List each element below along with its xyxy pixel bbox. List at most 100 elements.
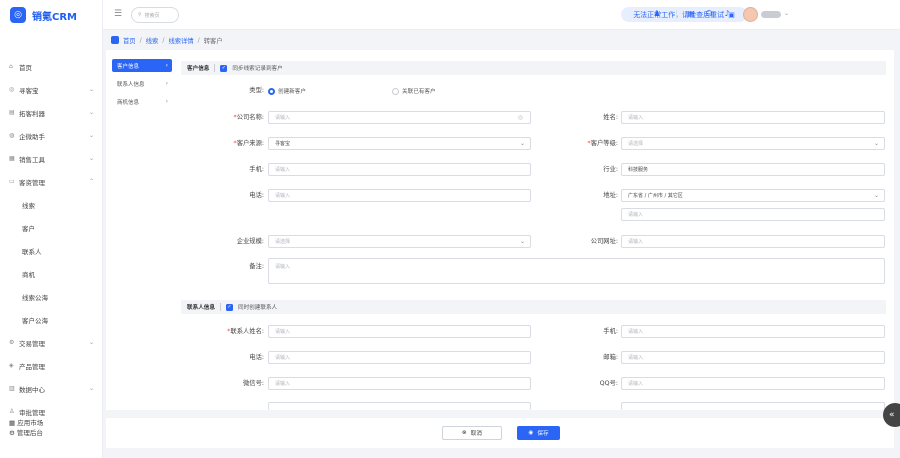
sidebar-item-customers[interactable]: 客户 <box>0 216 103 239</box>
chevron-down-icon: ⌄ <box>88 86 94 93</box>
cancel-button[interactable]: ⊗ 取消 <box>442 426 502 440</box>
customer-icon: ▭ <box>9 178 15 185</box>
create-contact-checkbox[interactable]: ✓ <box>225 303 233 311</box>
radio-create-new[interactable]: 创建新客户 <box>268 87 306 95</box>
breadcrumb-lead-detail[interactable]: 线索详情 <box>168 36 193 45</box>
sidebar-item-products[interactable]: ◈ 产品管理 <box>0 354 103 377</box>
contact-name-input[interactable]: 请输入 <box>268 325 531 338</box>
name-input[interactable]: 请输入 <box>621 111 885 124</box>
chevron-down-icon: ⌄ <box>88 109 94 116</box>
remark-label: 备注: <box>249 263 264 270</box>
breadcrumb-leads[interactable]: 线索 <box>146 36 159 45</box>
topbar: ☰ ⚲ 搜索页 无法正常工作，请检查后重试 ▣ ♟ ▤ ☊ ♪ ⌄ <box>103 0 900 30</box>
tel-input[interactable]: 请输入 <box>268 189 531 202</box>
contact-tel-label: 电话: <box>249 354 264 361</box>
grid-icon: ▦ <box>9 155 15 162</box>
app-market-link[interactable]: ▦ 应用市场 <box>9 418 43 428</box>
section-nav: 客户信息 › 联系人信息 › 商机信息 › <box>112 59 172 113</box>
address-detail-input[interactable]: 请输入 <box>621 208 885 221</box>
document-icon[interactable]: ▤ <box>686 9 696 19</box>
sidebar-item-qiwei[interactable]: ◍ 企微助手 ⌄ <box>0 124 103 147</box>
section-nav-opportunity[interactable]: 商机信息 › <box>112 95 172 108</box>
contact-tel-input[interactable]: 请输入 <box>268 351 531 364</box>
radio-link-existing[interactable]: 关联已有客户 <box>392 87 436 95</box>
chevron-down-icon: ⌄ <box>519 238 525 245</box>
save-button[interactable]: ◉ 保存 <box>517 426 560 440</box>
scale-label: 企业规模: <box>236 238 264 245</box>
chevron-down-icon: ⌄ <box>88 155 94 162</box>
form-footer: ⊗ 取消 ◉ 保存 <box>106 418 894 448</box>
double-chevron-left-icon: « <box>889 410 895 420</box>
sidebar-item-lead-pool[interactable]: 线索公海 <box>0 285 103 308</box>
contact-mobile-input[interactable]: 请输入 <box>621 325 885 338</box>
sidebar-item-customer-pool[interactable]: 客户公海 <box>0 308 103 331</box>
type-label: 类型: <box>249 87 264 94</box>
breadcrumb-icon <box>111 36 119 44</box>
website-label: 公司网址: <box>590 238 618 245</box>
phone-label: 手机: <box>249 166 264 173</box>
section-nav-contact[interactable]: 联系人信息 › <box>112 77 172 90</box>
sidebar-item-deals[interactable]: ⚙ 交易管理 ⌄ <box>0 331 103 354</box>
breadcrumb-home[interactable]: 首页 <box>123 36 136 45</box>
sidebar-item-leads[interactable]: 线索 <box>0 193 103 216</box>
lookup-icon[interactable]: ◎ <box>518 114 523 121</box>
contact-email-input[interactable]: 请输入 <box>621 351 885 364</box>
source-label: *客户来源: <box>233 140 264 147</box>
sidebar-item-sales-tools[interactable]: ▦ 销售工具 ⌄ <box>0 147 103 170</box>
approve-icon: ♙ <box>9 408 15 415</box>
user-name[interactable] <box>761 11 781 18</box>
chevron-right-icon: › <box>165 98 168 105</box>
phone-input[interactable]: 请输入 <box>268 163 531 176</box>
chevron-down-icon: ⌄ <box>873 192 879 199</box>
sidebar-item-xunkebao[interactable]: ◎ 寻客宝 ⌄ <box>0 78 103 101</box>
contact-mobile-label: 手机: <box>603 328 618 335</box>
collapse-panel-button[interactable]: « <box>883 403 900 427</box>
section-nav-customer[interactable]: 客户信息 › <box>112 59 172 72</box>
menu-toggle-icon[interactable]: ☰ <box>114 9 122 19</box>
chevron-down-icon[interactable]: ⌄ <box>784 10 789 17</box>
sidebar-item-opportunities[interactable]: 商机 <box>0 262 103 285</box>
logo[interactable]: ◎ 销氪CRM <box>0 0 102 30</box>
website-input[interactable]: 请输入 <box>621 235 885 248</box>
breadcrumb: 首页 / 线索 / 线索详情 / 转客户 <box>111 35 223 45</box>
avatar[interactable] <box>743 7 758 22</box>
company-label: *公司名称: <box>233 114 264 121</box>
contact-qq-label: QQ号: <box>599 380 618 387</box>
headset-icon[interactable]: ☊ <box>704 9 714 19</box>
address-select[interactable]: 广东省 / 广州市 / 其它区 ⌄ <box>621 189 885 202</box>
logo-icon: ◎ <box>10 7 26 23</box>
sidebar-item-home[interactable]: ⌂ 首页 <box>0 55 103 78</box>
chevron-down-icon: ⌄ <box>88 339 94 346</box>
industry-select[interactable]: 科技服务 <box>621 163 885 176</box>
sidebar-item-data-center[interactable]: ▥ 数据中心 ⌄ <box>0 377 103 400</box>
tel-label: 电话: <box>249 192 264 199</box>
bell-icon[interactable]: ♪ <box>722 9 732 19</box>
scale-select[interactable]: 请选择 ⌄ <box>268 235 531 248</box>
contact-qq-input[interactable]: 请输入 <box>621 377 885 390</box>
remark-textarea[interactable]: 请输入 <box>268 258 885 284</box>
name-label: 姓名: <box>603 114 618 121</box>
org-icon[interactable]: ♟ <box>652 9 662 19</box>
contact-email-label: 邮箱: <box>603 354 618 361</box>
customer-section-header: 客户信息 ✓ 同步线索记录到客户 <box>181 61 886 75</box>
sync-records-checkbox[interactable]: ✓ <box>220 64 228 72</box>
admin-link[interactable]: ⚙ 管理后台 <box>9 428 43 438</box>
contact-next-input-right[interactable] <box>621 402 885 410</box>
chevron-down-icon: ⌄ <box>873 140 879 147</box>
check-icon: ◉ <box>528 430 534 436</box>
sidebar-item-tuoke[interactable]: ▤ 拓客利器 ⌄ <box>0 101 103 124</box>
sidebar: ◎ 销氪CRM ⌂ 首页 ◎ 寻客宝 ⌄ ▤ 拓客利器 ⌄ ◍ 企微助手 ⌄ ▦ 销售工具 ⌄ ▭… <box>0 0 103 458</box>
target-icon: ◎ <box>9 86 15 93</box>
search-icon: ⚲ <box>138 12 142 18</box>
divider <box>676 10 677 19</box>
source-select[interactable]: 寻客宝 ⌄ <box>268 137 531 150</box>
level-select[interactable]: 请选择 ⌄ <box>621 137 885 150</box>
grid-icon: ▦ <box>9 419 18 427</box>
contact-wechat-input[interactable]: 请输入 <box>268 377 531 390</box>
sidebar-item-customer-mgmt[interactable]: ▭ 客资管理 ⌃ <box>0 170 103 193</box>
company-input[interactable]: 请输入 ◎ <box>268 111 531 124</box>
close-icon: ⊗ <box>462 430 467 436</box>
contact-next-input[interactable] <box>268 402 531 410</box>
search-input[interactable]: ⚲ 搜索页 <box>131 7 179 23</box>
sidebar-item-contacts[interactable]: 联系人 <box>0 239 103 262</box>
